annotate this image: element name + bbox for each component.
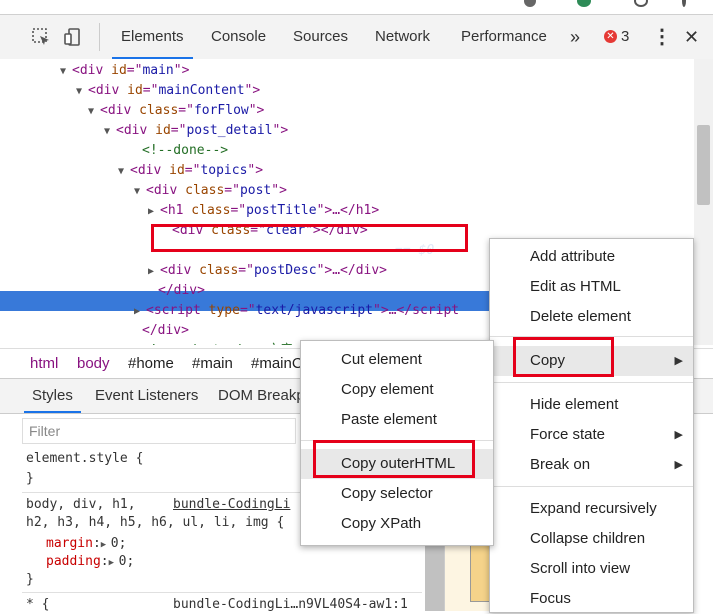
margin-value: 0; bbox=[110, 536, 127, 551]
menu-cut-element[interactable]: Cut element bbox=[301, 345, 493, 375]
menu-collapse-children[interactable]: Collapse children bbox=[490, 524, 693, 554]
element-style-selector: element.style { bbox=[26, 451, 144, 466]
collapse-triangle-icon[interactable]: ▼ bbox=[104, 122, 116, 142]
menu-edit-as-html[interactable]: Edit as HTML bbox=[490, 272, 693, 302]
tab-elements[interactable]: Elements bbox=[112, 15, 193, 59]
expand-triangle-icon[interactable]: ▶ bbox=[148, 202, 160, 222]
collapse-triangle-icon[interactable]: ▼ bbox=[60, 62, 72, 82]
rule-selector: body, div, h1, bbox=[26, 497, 136, 512]
inspect-element-icon[interactable] bbox=[31, 27, 51, 47]
menu-delete-element[interactable]: Delete element bbox=[490, 302, 693, 332]
rule-close-brace: } bbox=[26, 471, 34, 486]
rule-selector-cont: h2, h3, h4, h5, h6, ul, li, img { bbox=[26, 515, 285, 530]
element-context-menu: Add attribute Edit as HTML Delete elemen… bbox=[489, 238, 694, 613]
star-icon[interactable] bbox=[524, 0, 536, 7]
browser-top-strip bbox=[0, 0, 713, 14]
menu-separator bbox=[490, 382, 693, 383]
menu-copy-selector[interactable]: Copy selector bbox=[301, 479, 493, 509]
highlight-box-outerhtml bbox=[313, 440, 475, 478]
collapse-triangle-icon[interactable]: ▼ bbox=[118, 162, 130, 182]
dom-scrollbar-thumb[interactable] bbox=[697, 125, 710, 205]
menu-copy-element[interactable]: Copy element bbox=[301, 375, 493, 405]
device-toolbar-icon[interactable] bbox=[63, 27, 83, 47]
tab-dom-breakpoints[interactable]: DOM Breakp bbox=[218, 379, 305, 413]
padding-prop: padding bbox=[46, 554, 101, 569]
expand-triangle-icon[interactable]: ▶ bbox=[101, 540, 111, 550]
error-icon[interactable]: ✕ bbox=[604, 30, 617, 43]
dom-node[interactable]: ▶ <script type="text/javascript">…</scrip… bbox=[134, 301, 459, 321]
profile-icon[interactable] bbox=[634, 0, 648, 7]
menu-scroll-into-view[interactable]: Scroll into view bbox=[490, 554, 693, 584]
kebab-menu-button[interactable]: ⋮ bbox=[652, 15, 672, 59]
rule-source-link[interactable]: bundle-CodingLi bbox=[173, 497, 290, 512]
rule-selector-universal: * { bbox=[26, 597, 50, 612]
tab-console[interactable]: Console bbox=[211, 15, 266, 59]
rule-source-link-2[interactable]: bundle-CodingLi…n9VL40S4-aw1:1 bbox=[173, 597, 408, 612]
submenu-arrow-icon: ▶ bbox=[674, 429, 683, 441]
dom-node[interactable]: ▶ <h1 class="postTitle">…</h1> bbox=[148, 201, 379, 221]
margin-prop: margin bbox=[46, 536, 93, 551]
menu-separator bbox=[490, 486, 693, 487]
tab-sources[interactable]: Sources bbox=[293, 15, 348, 59]
devtools-toolbar: Elements Console Sources Network Perform… bbox=[0, 14, 713, 60]
crumb-home[interactable]: #home bbox=[128, 349, 174, 379]
collapse-triangle-icon[interactable]: ▼ bbox=[76, 82, 88, 102]
tab-styles[interactable]: Styles bbox=[24, 379, 81, 413]
styles-filter-input[interactable]: Filter bbox=[22, 418, 296, 444]
highlight-box-copy bbox=[513, 337, 614, 377]
styles-scrollbar[interactable] bbox=[425, 540, 444, 611]
dom-node[interactable]: ▼ <div class="post"> bbox=[134, 181, 287, 201]
submenu-arrow-icon: ▶ bbox=[674, 355, 683, 367]
highlight-box-postbody bbox=[151, 224, 468, 252]
tab-performance[interactable]: Performance bbox=[461, 15, 547, 59]
more-tabs-button[interactable]: » bbox=[570, 15, 580, 59]
submenu-arrow-icon: ▶ bbox=[674, 459, 683, 471]
dom-node[interactable]: ▶ <div class="postDesc">…</div> bbox=[148, 261, 387, 281]
menu-force-state[interactable]: Force state ▶ bbox=[490, 420, 693, 450]
menu-paste-element[interactable]: Paste element bbox=[301, 405, 493, 435]
menu-hide-element[interactable]: Hide element bbox=[490, 390, 693, 420]
error-count[interactable]: 3 bbox=[621, 15, 629, 59]
collapse-triangle-icon[interactable]: ▼ bbox=[88, 102, 100, 122]
menu-focus[interactable]: Focus bbox=[490, 584, 693, 614]
padding-value: 0; bbox=[118, 554, 135, 569]
crumb-html[interactable]: html bbox=[30, 349, 58, 379]
extension-icon[interactable] bbox=[577, 0, 591, 7]
node-actions-ellipsis[interactable]: ... bbox=[22, 239, 45, 259]
dom-node[interactable]: </div> bbox=[158, 281, 205, 301]
close-devtools-button[interactable]: ✕ bbox=[684, 15, 699, 59]
padding-declaration[interactable]: padding:▶ 0; bbox=[46, 554, 134, 569]
dom-node[interactable]: ▼ <div id="topics"> bbox=[118, 161, 263, 181]
margin-declaration[interactable]: margin:▶ 0; bbox=[46, 536, 126, 551]
crumb-body[interactable]: body bbox=[77, 349, 110, 379]
menu-copy-xpath[interactable]: Copy XPath bbox=[301, 509, 493, 539]
expand-triangle-icon[interactable]: ▶ bbox=[148, 262, 160, 282]
toolbar-separator bbox=[99, 23, 100, 51]
rule-close-brace-2: } bbox=[26, 572, 34, 587]
menu-expand-recursively[interactable]: Expand recursively bbox=[490, 494, 693, 524]
menu-break-on[interactable]: Break on ▶ bbox=[490, 450, 693, 480]
collapse-triangle-icon[interactable]: ▼ bbox=[134, 182, 146, 202]
kebab-icon[interactable] bbox=[682, 0, 686, 7]
dom-node[interactable]: <!--done--> bbox=[142, 141, 228, 161]
dom-node[interactable]: ▼ <div id="main"> bbox=[60, 61, 189, 81]
dom-node[interactable]: ▼ <div id="post_detail"> bbox=[104, 121, 288, 141]
dom-node[interactable]: ▼ <div class="forFlow"> bbox=[88, 101, 264, 121]
expand-triangle-icon[interactable]: ▶ bbox=[134, 302, 146, 322]
rule-divider-2 bbox=[22, 592, 422, 593]
dom-node[interactable]: ▼ <div id="mainContent"> bbox=[76, 81, 260, 101]
menu-add-attribute[interactable]: Add attribute bbox=[490, 242, 693, 272]
crumb-maincontent[interactable]: #mainC bbox=[251, 349, 303, 379]
dom-node[interactable]: </div> bbox=[142, 321, 189, 341]
crumb-main[interactable]: #main bbox=[192, 349, 233, 379]
tab-event-listeners[interactable]: Event Listeners bbox=[95, 379, 198, 413]
expand-triangle-icon[interactable]: ▶ bbox=[109, 558, 119, 568]
tab-network[interactable]: Network bbox=[375, 15, 430, 59]
